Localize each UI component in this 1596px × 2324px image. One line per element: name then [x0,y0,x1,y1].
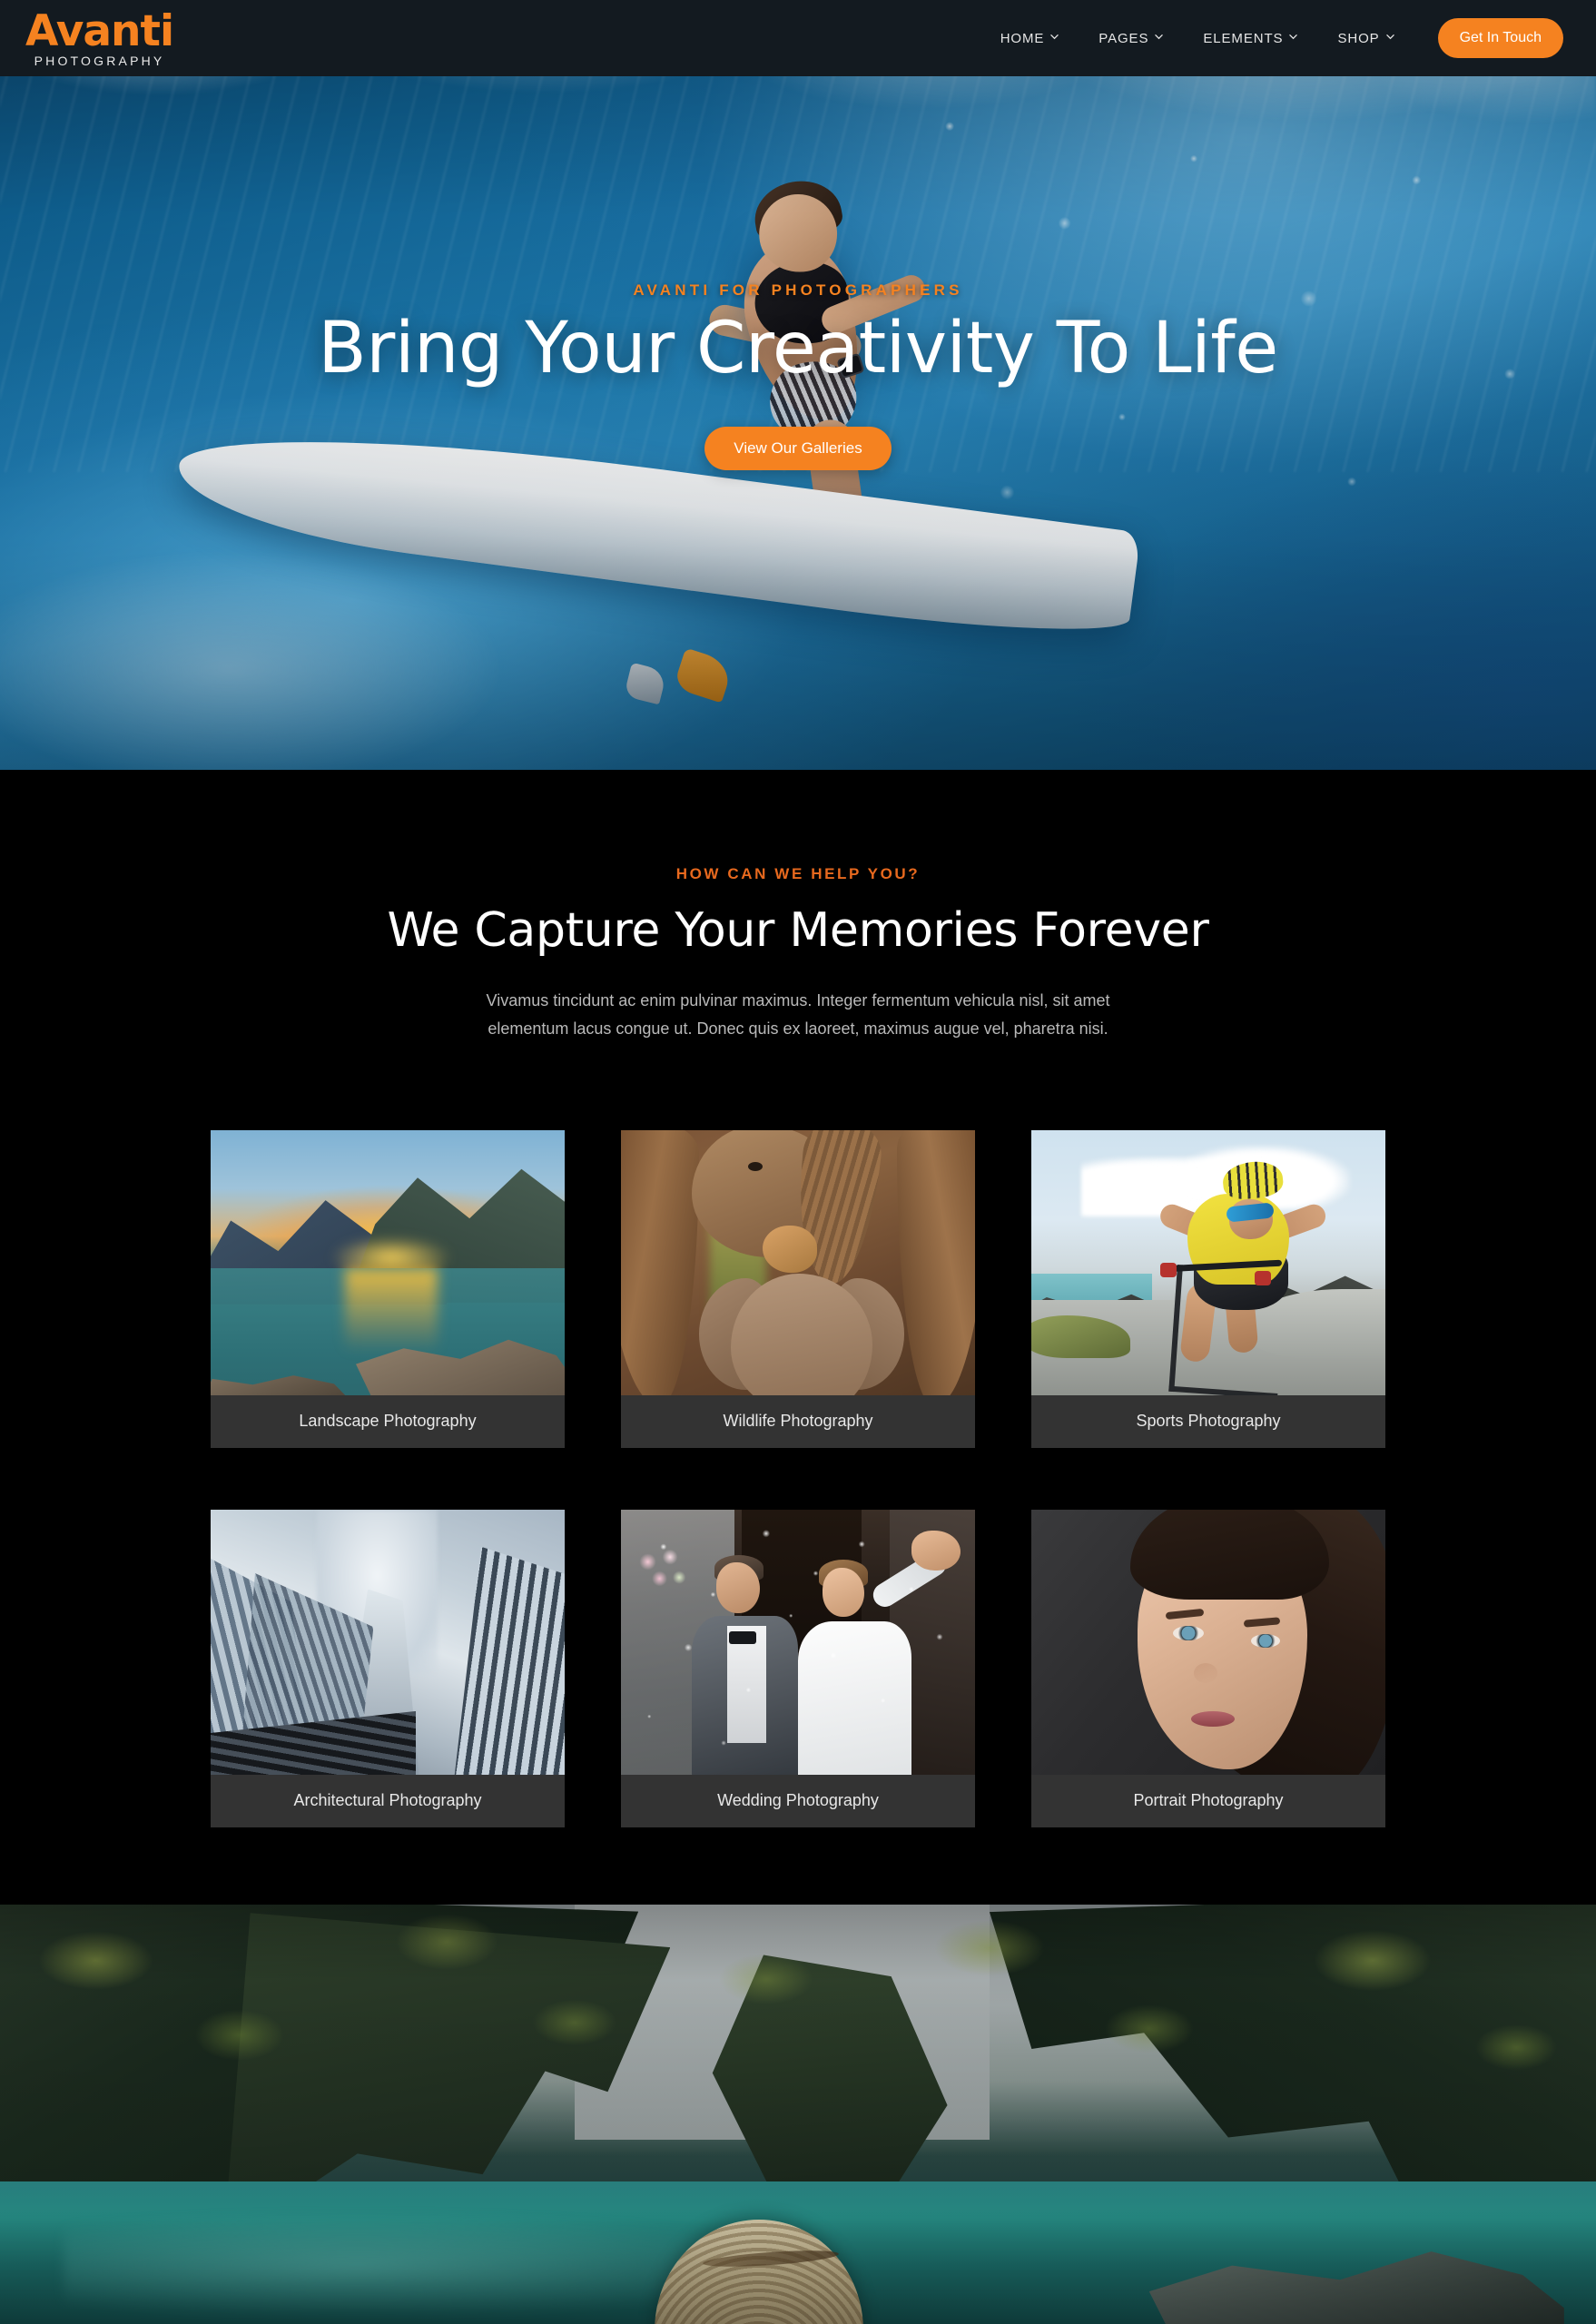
landscape-photo-art [211,1129,565,1395]
site-header: Avanti PHOTOGRAPHY HOME PAGES ELEMENTS S… [0,0,1596,76]
card-caption-architectural: Architectural Photography [211,1774,565,1827]
card-image-portrait [1031,1509,1385,1775]
lagoon-overlay-scrim [0,1905,1596,2324]
sports-photo-art [1031,1129,1385,1395]
logo-tagline: PHOTOGRAPHY [34,53,165,68]
portrait-photo-art [1031,1509,1385,1775]
site-logo[interactable]: Avanti PHOTOGRAPHY [25,5,174,68]
chevron-down-icon [1289,33,1298,41]
landscape-sun-reflection [345,1267,438,1354]
sports-brake-lever-left [1160,1262,1177,1277]
services-section: HOW CAN WE HELP YOU? We Capture Your Mem… [0,770,1596,1905]
view-galleries-button[interactable]: View Our Galleries [704,426,892,470]
logo-brand-name: Avanti [25,5,174,56]
card-image-wildlife [621,1129,975,1395]
card-architectural-photography[interactable]: Architectural Photography [211,1509,565,1827]
card-image-wedding [621,1509,975,1775]
nav-item-pages[interactable]: PAGES [1079,31,1183,46]
services-card-grid: Landscape Photography Wildlife Photograp… [211,1129,1385,1827]
chevron-down-icon [1050,33,1059,41]
architectural-tower-right [452,1546,565,1775]
services-eyebrow: HOW CAN WE HELP YOU? [675,865,921,882]
portrait-eye-right [1250,1634,1280,1649]
footer-hero-section [0,1905,1596,2324]
wedding-confetti [621,1509,975,1775]
nav-item-elements-label: ELEMENTS [1203,30,1284,46]
get-in-touch-button[interactable]: Get In Touch [1437,18,1563,58]
wildlife-elephant-leg-left [621,1129,699,1395]
sports-brake-lever-right [1254,1270,1271,1285]
hero-content: AVANTI FOR PHOTOGRAPHERS Bring Your Crea… [0,0,1596,770]
chevron-down-icon [1385,33,1394,41]
hero-section: AVANTI FOR PHOTOGRAPHERS Bring Your Crea… [0,0,1596,770]
hero-title: Bring Your Creativity To Life [318,308,1278,389]
nav-item-shop-label: SHOP [1337,30,1380,46]
services-paragraph: Vivamus tincidunt ac enim pulvinar maxim… [486,991,1110,1038]
nav-item-pages-label: PAGES [1098,30,1149,46]
chevron-down-icon [1155,33,1164,41]
card-caption-wedding: Wedding Photography [621,1774,975,1827]
wildlife-photo-art [621,1129,975,1395]
main-navigation: HOME PAGES ELEMENTS SHOP Get In Touch [980,18,1563,58]
portrait-hair-front [1130,1509,1329,1600]
wildlife-elephant-leg-right [897,1129,975,1395]
card-image-sports [1031,1129,1385,1395]
portrait-lips [1190,1710,1235,1727]
card-sports-photography[interactable]: Sports Photography [1031,1129,1385,1448]
card-image-landscape [211,1129,565,1395]
card-image-architectural [211,1509,565,1775]
hero-eyebrow: AVANTI FOR PHOTOGRAPHERS [633,281,963,299]
nav-item-home[interactable]: HOME [980,31,1079,46]
wedding-photo-art [621,1509,975,1775]
nav-item-home-label: HOME [1000,30,1045,46]
card-wildlife-photography[interactable]: Wildlife Photography [621,1129,975,1448]
card-caption-portrait: Portrait Photography [1031,1774,1385,1827]
card-caption-wildlife: Wildlife Photography [621,1394,975,1448]
nav-item-shop[interactable]: SHOP [1317,31,1414,46]
card-portrait-photography[interactable]: Portrait Photography [1031,1509,1385,1827]
wildlife-trunk-tip [763,1226,817,1274]
services-title: We Capture Your Memories Forever [387,903,1209,958]
architectural-photo-art [211,1509,565,1775]
nav-item-elements[interactable]: ELEMENTS [1183,31,1317,46]
card-landscape-photography[interactable]: Landscape Photography [211,1129,565,1448]
card-wedding-photography[interactable]: Wedding Photography [621,1509,975,1827]
card-caption-landscape: Landscape Photography [211,1394,565,1448]
card-caption-sports: Sports Photography [1031,1394,1385,1448]
